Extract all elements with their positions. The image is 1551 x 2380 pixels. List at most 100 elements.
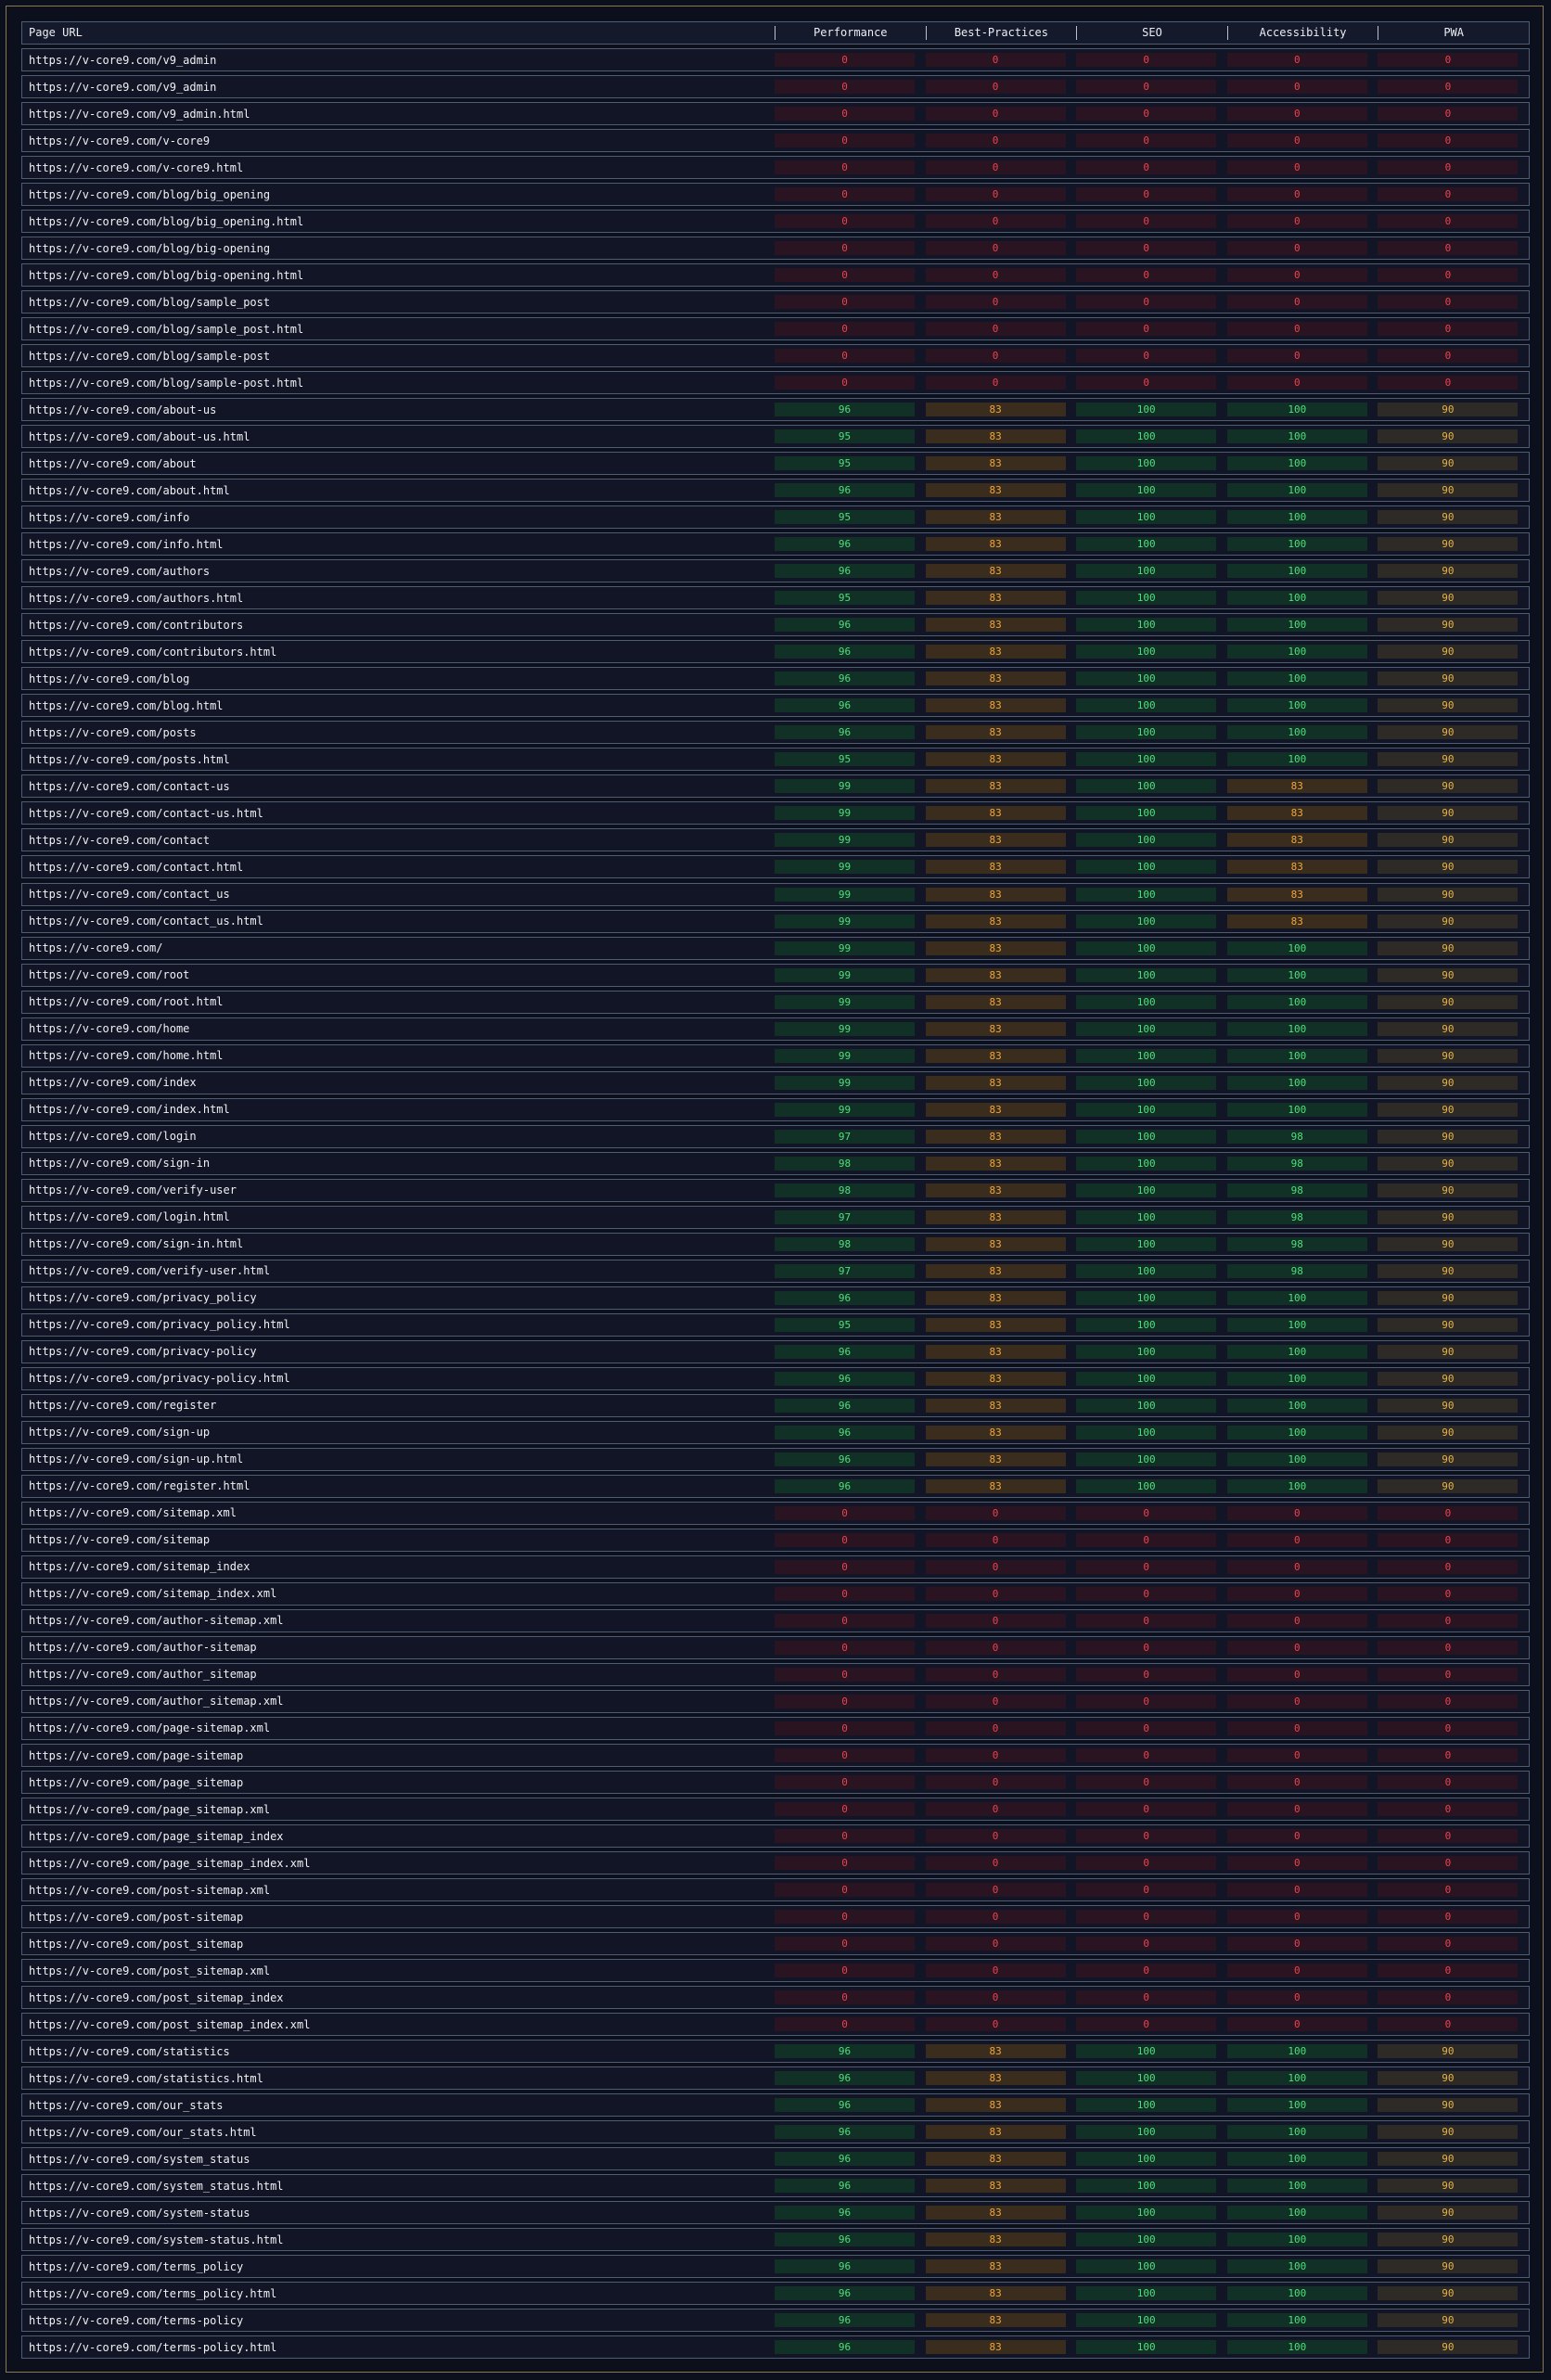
page-url[interactable]: https://v-core9.com/sitemap_index xyxy=(22,1560,775,1573)
page-url[interactable]: https://v-core9.com/v-core9 xyxy=(22,134,775,147)
page-url[interactable]: https://v-core9.com/system_status xyxy=(22,2153,775,2166)
score-value-performance: 0 xyxy=(775,1667,916,1682)
page-url[interactable]: https://v-core9.com/v9_admin xyxy=(22,54,775,67)
page-url[interactable]: https://v-core9.com/register.html xyxy=(22,1479,775,1492)
score-value-accessibility: 0 xyxy=(1226,214,1367,229)
page-url[interactable]: https://v-core9.com/author_sitemap.xml xyxy=(22,1695,775,1708)
page-url[interactable]: https://v-core9.com/home xyxy=(22,1022,775,1035)
page-url[interactable]: https://v-core9.com/terms_policy xyxy=(22,2260,775,2273)
page-url[interactable]: https://v-core9.com/sitemap.xml xyxy=(22,1506,775,1519)
page-url[interactable]: https://v-core9.com/page_sitemap xyxy=(22,1776,775,1789)
page-url[interactable]: https://v-core9.com/post_sitemap xyxy=(22,1938,775,1951)
page-url[interactable]: https://v-core9.com/contact_us xyxy=(22,888,775,901)
page-url[interactable]: https://v-core9.com/post_sitemap_index.x… xyxy=(22,2018,775,2031)
page-url[interactable]: https://v-core9.com/authors.html xyxy=(22,592,775,605)
page-url[interactable]: https://v-core9.com/posts.html xyxy=(22,753,775,766)
score-cell-best-practices: 83 xyxy=(925,752,1077,767)
page-url[interactable]: https://v-core9.com/post_sitemap_index xyxy=(22,1991,775,2004)
page-url[interactable]: https://v-core9.com/blog/sample-post.htm… xyxy=(22,377,775,390)
score-value-seo: 100 xyxy=(1076,1371,1217,1386)
score-cell-performance: 0 xyxy=(775,1721,926,1735)
page-url[interactable]: https://v-core9.com/post_sitemap.xml xyxy=(22,1964,775,1977)
page-url[interactable]: https://v-core9.com/blog/sample_post xyxy=(22,296,775,309)
score-cell-performance: 99 xyxy=(775,779,926,794)
page-url[interactable]: https://v-core9.com/system_status.html xyxy=(22,2180,775,2193)
score-cell-seo: 0 xyxy=(1076,2017,1227,2032)
page-url[interactable]: https://v-core9.com/contributors.html xyxy=(22,646,775,659)
page-url[interactable]: https://v-core9.com/our_stats.html xyxy=(22,2126,775,2139)
page-url[interactable]: https://v-core9.com/privacy_policy xyxy=(22,1291,775,1304)
page-url[interactable]: https://v-core9.com/root xyxy=(22,968,775,981)
page-url[interactable]: https://v-core9.com/about-us xyxy=(22,403,775,416)
page-url[interactable]: https://v-core9.com/privacy-policy xyxy=(22,1345,775,1358)
page-url[interactable]: https://v-core9.com/terms-policy.html xyxy=(22,2341,775,2354)
page-url[interactable]: https://v-core9.com/login.html xyxy=(22,1210,775,1223)
page-url[interactable]: https://v-core9.com/system-status.html xyxy=(22,2233,775,2246)
page-url[interactable]: https://v-core9.com/contact xyxy=(22,834,775,847)
page-url[interactable]: https://v-core9.com/author-sitemap.xml xyxy=(22,1614,775,1627)
page-url[interactable]: https://v-core9.com/sitemap_index.xml xyxy=(22,1587,775,1600)
page-url[interactable]: https://v-core9.com/verify-user xyxy=(22,1184,775,1196)
page-url[interactable]: https://v-core9.com/contributors xyxy=(22,619,775,632)
page-url[interactable]: https://v-core9.com/post-sitemap.xml xyxy=(22,1884,775,1897)
score-value-performance: 98 xyxy=(775,1236,916,1251)
page-url[interactable]: https://v-core9.com/contact.html xyxy=(22,861,775,874)
page-url[interactable]: https://v-core9.com/blog xyxy=(22,672,775,685)
page-url[interactable]: https://v-core9.com/blog/big-opening xyxy=(22,242,775,255)
page-url[interactable]: https://v-core9.com/post-sitemap xyxy=(22,1911,775,1924)
page-url[interactable]: https://v-core9.com/terms-policy xyxy=(22,2314,775,2327)
page-url[interactable]: https://v-core9.com/author_sitemap xyxy=(22,1668,775,1681)
page-url[interactable]: https://v-core9.com/contact-us.html xyxy=(22,807,775,820)
page-url[interactable]: https://v-core9.com/sitemap xyxy=(22,1533,775,1546)
page-url[interactable]: https://v-core9.com/v9_admin.html xyxy=(22,108,775,121)
score-value-best-practices: 83 xyxy=(925,1048,1066,1063)
page-url[interactable]: https://v-core9.com/blog/big-opening.htm… xyxy=(22,269,775,282)
page-url[interactable]: https://v-core9.com/blog/sample_post.htm… xyxy=(22,323,775,336)
page-url[interactable]: https://v-core9.com/statistics.html xyxy=(22,2072,775,2085)
page-url[interactable]: https://v-core9.com/index.html xyxy=(22,1103,775,1116)
page-url[interactable]: https://v-core9.com/our_stats xyxy=(22,2099,775,2112)
page-url[interactable]: https://v-core9.com/v9_admin xyxy=(22,81,775,94)
page-url[interactable]: https://v-core9.com/posts xyxy=(22,726,775,739)
page-url[interactable]: https://v-core9.com/blog/sample-post xyxy=(22,350,775,363)
score-cell-performance: 0 xyxy=(775,241,926,256)
page-url[interactable]: https://v-core9.com/contact_us.html xyxy=(22,915,775,928)
page-url[interactable]: https://v-core9.com/system-status xyxy=(22,2207,775,2220)
page-url[interactable]: https://v-core9.com/info.html xyxy=(22,538,775,551)
page-url[interactable]: https://v-core9.com/verify-user.html xyxy=(22,1264,775,1277)
page-url[interactable]: https://v-core9.com/page-sitemap xyxy=(22,1749,775,1762)
page-url[interactable]: https://v-core9.com/blog.html xyxy=(22,699,775,712)
page-url[interactable]: https://v-core9.com/about.html xyxy=(22,484,775,497)
page-url[interactable]: https://v-core9.com/info xyxy=(22,511,775,524)
page-url[interactable]: https://v-core9.com/page-sitemap.xml xyxy=(22,1721,775,1734)
page-url[interactable]: https://v-core9.com/blog/big_opening.htm… xyxy=(22,215,775,228)
score-cell-seo: 100 xyxy=(1076,1263,1227,1278)
page-url[interactable]: https://v-core9.com/v-core9.html xyxy=(22,161,775,174)
score-value-accessibility: 0 xyxy=(1226,2017,1367,2032)
score-value-performance: 99 xyxy=(775,967,916,982)
page-url[interactable]: https://v-core9.com/root.html xyxy=(22,995,775,1008)
page-url[interactable]: https://v-core9.com/sign-in xyxy=(22,1157,775,1170)
page-url[interactable]: https://v-core9.com/authors xyxy=(22,565,775,578)
page-url[interactable]: https://v-core9.com/register xyxy=(22,1399,775,1412)
page-url[interactable]: https://v-core9.com/page_sitemap_index.x… xyxy=(22,1857,775,1870)
page-url[interactable]: https://v-core9.com/terms_policy.html xyxy=(22,2287,775,2300)
page-url[interactable]: https://v-core9.com/sign-up xyxy=(22,1426,775,1439)
page-url[interactable]: https://v-core9.com/privacy-policy.html xyxy=(22,1372,775,1385)
page-url[interactable]: https://v-core9.com/login xyxy=(22,1130,775,1143)
score-cell-accessibility: 0 xyxy=(1226,241,1378,256)
page-url[interactable]: https://v-core9.com/privacy_policy.html xyxy=(22,1318,775,1331)
page-url[interactable]: https://v-core9.com/page_sitemap.xml xyxy=(22,1803,775,1816)
page-url[interactable]: https://v-core9.com/home.html xyxy=(22,1049,775,1062)
page-url[interactable]: https://v-core9.com/sign-up.html xyxy=(22,1452,775,1465)
page-url[interactable]: https://v-core9.com/about xyxy=(22,457,775,470)
page-url[interactable]: https://v-core9.com/ xyxy=(22,941,775,954)
page-url[interactable]: https://v-core9.com/author-sitemap xyxy=(22,1641,775,1654)
page-url[interactable]: https://v-core9.com/index xyxy=(22,1076,775,1089)
page-url[interactable]: https://v-core9.com/about-us.html xyxy=(22,430,775,443)
page-url[interactable]: https://v-core9.com/page_sitemap_index xyxy=(22,1830,775,1843)
page-url[interactable]: https://v-core9.com/blog/big_opening xyxy=(22,188,775,201)
page-url[interactable]: https://v-core9.com/contact-us xyxy=(22,780,775,793)
page-url[interactable]: https://v-core9.com/statistics xyxy=(22,2045,775,2058)
page-url[interactable]: https://v-core9.com/sign-in.html xyxy=(22,1237,775,1250)
